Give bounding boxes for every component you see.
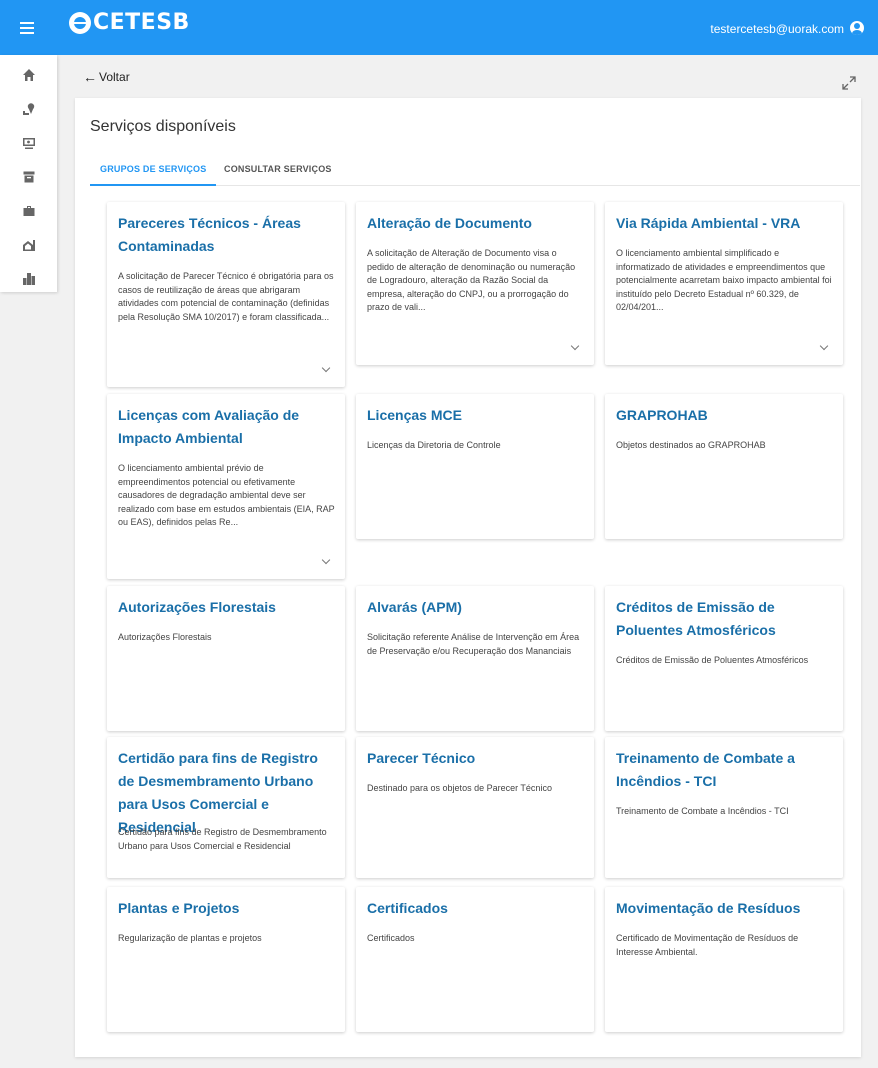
card-description: Objetos destinados ao GRAPROHAB — [616, 440, 766, 450]
card-title: Autorizações Florestais — [118, 599, 276, 615]
sidebar-item-person-location[interactable] — [0, 92, 57, 126]
card-title: Certificados — [367, 900, 448, 916]
card-description: Solicitação referente Análise de Interve… — [367, 632, 580, 656]
arrow-left-icon: ← — [83, 69, 97, 85]
service-card-certidao-desmembramento[interactable]: Certidão para fins de Registro de Desmem… — [107, 737, 345, 878]
page-title: Serviços disponíveis — [90, 118, 236, 135]
card-title: Via Rápida Ambiental - VRA — [616, 215, 801, 231]
card-description: Licenças da Diretoria de Controle — [367, 440, 501, 450]
tab-grupos-de-servicos[interactable]: GRUPOS DE SERVIÇOS — [90, 158, 217, 186]
briefcase-icon — [23, 206, 34, 216]
card-title: Pareceres Técnicos - Áreas Contaminadas — [118, 215, 301, 254]
sidebar-item-archive[interactable] — [0, 160, 57, 194]
chevron-down-icon[interactable] — [321, 365, 331, 373]
service-card-graprohab[interactable]: GRAPROHAB Objetos destinados ao GRAPROHA… — [605, 394, 843, 539]
service-card-parecer-tecnico[interactable]: Parecer Técnico Destinado para os objeto… — [356, 737, 594, 878]
chevron-down-icon[interactable] — [321, 557, 331, 565]
service-card-certificados[interactable]: Certificados Certificados — [356, 887, 594, 1032]
card-description: Destinado para os objetos de Parecer Téc… — [367, 783, 552, 793]
card-description: O licenciamento ambiental simplificado e… — [616, 248, 832, 312]
card-title: Créditos de Emissão de Poluentes Atmosfé… — [616, 599, 776, 638]
card-description: A solicitação de Parecer Técnico é obrig… — [118, 271, 334, 322]
service-card-pareceres-tecnicos[interactable]: Pareceres Técnicos - Áreas Contaminadas … — [107, 202, 345, 387]
card-description: A solicitação de Alteração de Documento … — [367, 248, 576, 312]
service-card-treinamento-tci[interactable]: Treinamento de Combate a Incêndios - TCI… — [605, 737, 843, 878]
card-title: Alvarás (APM) — [367, 599, 462, 615]
tab-bar: GRUPOS DE SERVIÇOS CONSULTAR SERVIÇOS — [90, 158, 860, 186]
user-email[interactable]: testercetesb@uorak.com — [710, 22, 844, 36]
top-app-bar: CETESB testercetesb@uorak.com — [0, 0, 878, 55]
services-panel: Serviços disponíveis GRUPOS DE SERVIÇOS … — [75, 98, 861, 1057]
card-title: Alteração de Documento — [367, 215, 532, 231]
building-outline-icon — [22, 240, 35, 251]
city-icon — [22, 273, 35, 285]
archive-icon — [23, 171, 34, 183]
service-card-movimentacao-residuos[interactable]: Movimentação de Resíduos Certificado de … — [605, 887, 843, 1032]
service-card-licencas-aia[interactable]: Licenças com Avaliação de Impacto Ambien… — [107, 394, 345, 579]
card-description: Regularização de plantas e projetos — [118, 933, 262, 943]
sidebar-item-monitor[interactable] — [0, 126, 57, 160]
tab-consultar-servicos[interactable]: CONSULTAR SERVIÇOS — [214, 158, 342, 186]
card-description: Certificado de Movimentação de Resíduos … — [616, 933, 799, 957]
account-icon[interactable] — [850, 21, 864, 35]
card-title: Licenças com Avaliação de Impacto Ambien… — [118, 407, 300, 446]
card-title: Treinamento de Combate a Incêndios - TCI — [616, 750, 795, 789]
sidebar-item-home[interactable] — [0, 58, 57, 92]
card-title: Plantas e Projetos — [118, 900, 240, 916]
sidebar — [0, 55, 57, 292]
service-card-autorizacoes-florestais[interactable]: Autorizações Florestais Autorizações Flo… — [107, 586, 345, 731]
service-card-alteracao-documento[interactable]: Alteração de Documento A solicitação de … — [356, 202, 594, 365]
card-title: GRAPROHAB — [616, 407, 708, 423]
card-title: Parecer Técnico — [367, 750, 476, 766]
service-card-via-rapida-ambiental[interactable]: Via Rápida Ambiental - VRA O licenciamen… — [605, 202, 843, 365]
expand-icon[interactable] — [842, 76, 856, 90]
sidebar-item-briefcase[interactable] — [0, 194, 57, 228]
monitor-search-icon — [22, 138, 35, 149]
menu-icon[interactable] — [20, 22, 34, 34]
sidebar-item-building[interactable] — [0, 228, 57, 262]
home-icon — [22, 69, 35, 81]
person-location-icon — [22, 103, 34, 115]
chevron-down-icon[interactable] — [819, 343, 829, 351]
cetesb-logo-mark — [69, 11, 91, 34]
service-card-plantas-projetos[interactable]: Plantas e Projetos Regularização de plan… — [107, 887, 345, 1032]
card-description: Autorizações Florestais — [118, 632, 212, 642]
service-card-alvaras-apm[interactable]: Alvarás (APM) Solicitação referente Anál… — [356, 586, 594, 731]
card-title: Licenças MCE — [367, 407, 462, 423]
cetesb-logo[interactable]: CETESB — [69, 10, 190, 35]
card-description: Certidão para fins de Registro de Desmem… — [118, 827, 327, 851]
back-label: Voltar — [99, 70, 130, 84]
logo-text: CETESB — [93, 10, 190, 35]
card-description: Certificados — [367, 933, 415, 943]
sidebar-item-city[interactable] — [0, 262, 57, 296]
chevron-down-icon[interactable] — [570, 343, 580, 351]
back-link[interactable]: ← Voltar — [83, 70, 130, 84]
service-card-creditos-emissao[interactable]: Créditos de Emissão de Poluentes Atmosfé… — [605, 586, 843, 731]
card-description: Treinamento de Combate a Incêndios - TCI — [616, 806, 789, 816]
card-description: Créditos de Emissão de Poluentes Atmosfé… — [616, 655, 809, 665]
card-title: Movimentação de Resíduos — [616, 900, 801, 916]
service-card-licencas-mce[interactable]: Licenças MCE Licenças da Diretoria de Co… — [356, 394, 594, 539]
card-description: O licenciamento ambiental prévio de empr… — [118, 463, 335, 527]
